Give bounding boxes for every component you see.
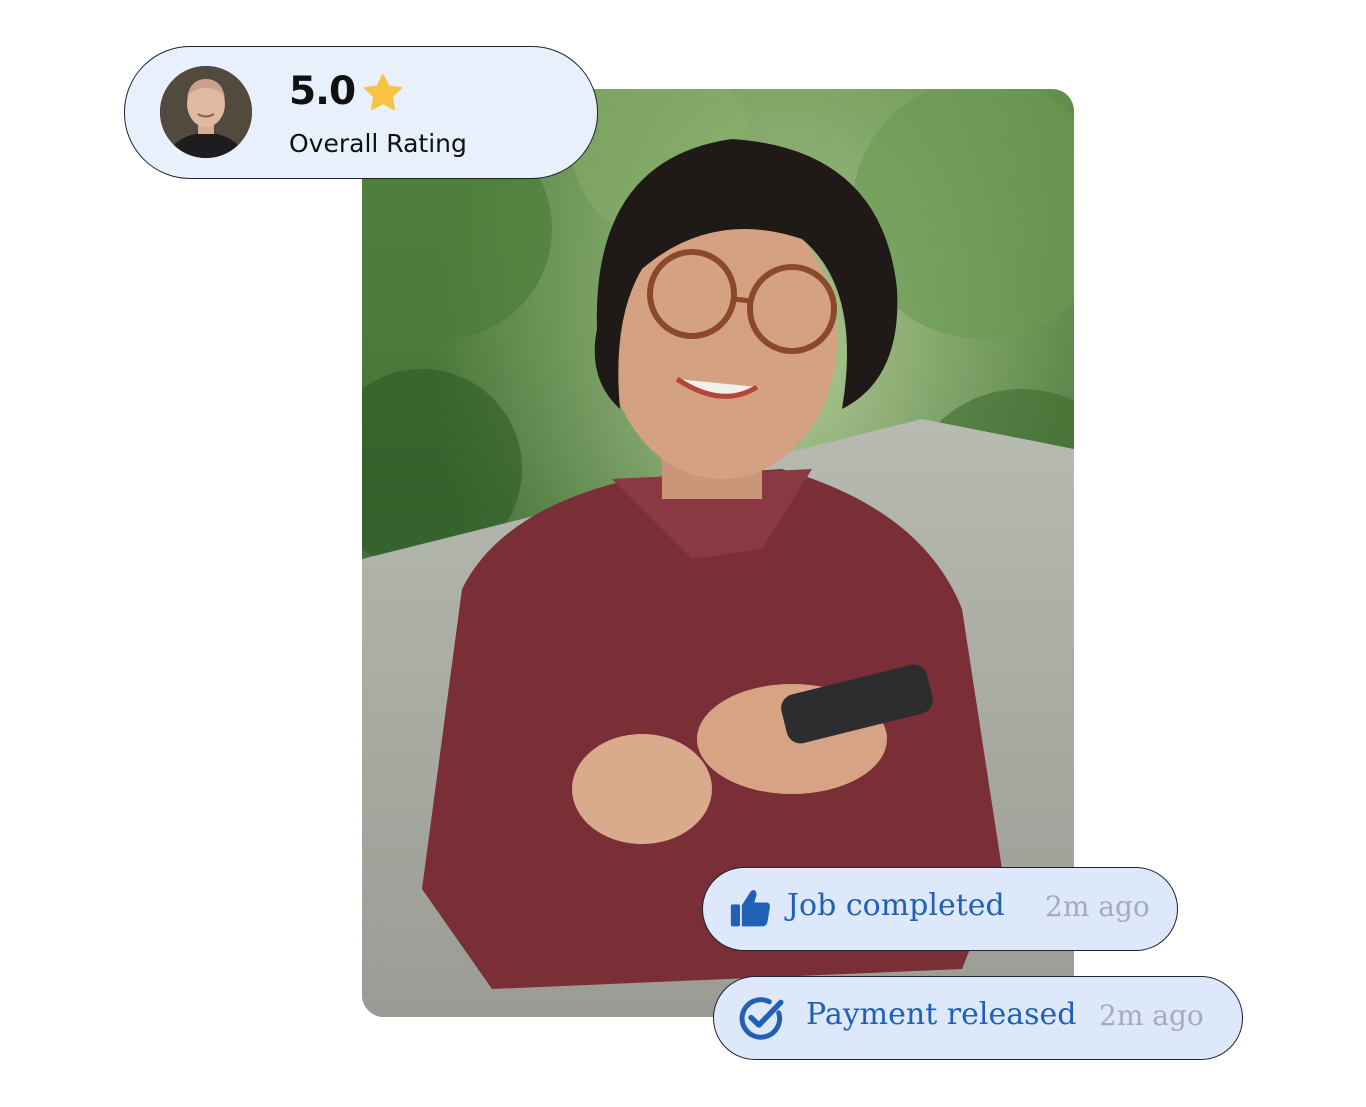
payment-released-label: Payment released [806,997,1077,1032]
rating-value: 5.0 [289,69,356,114]
avatar-photo [160,66,252,158]
star-icon [364,74,402,111]
job-completed-time: 2m ago [1045,890,1150,923]
rating-label: Overall Rating [289,129,467,158]
avatar [160,66,252,158]
thumbs-up-icon [730,890,770,927]
job-completed-notification: Job completed 2m ago [702,867,1178,951]
payment-released-notification: Payment released 2m ago [713,976,1243,1060]
check-circle-icon [739,997,784,1040]
payment-released-time: 2m ago [1099,999,1204,1032]
rating-card: 5.0 Overall Rating [124,46,598,179]
job-completed-label: Job completed [787,888,1005,923]
